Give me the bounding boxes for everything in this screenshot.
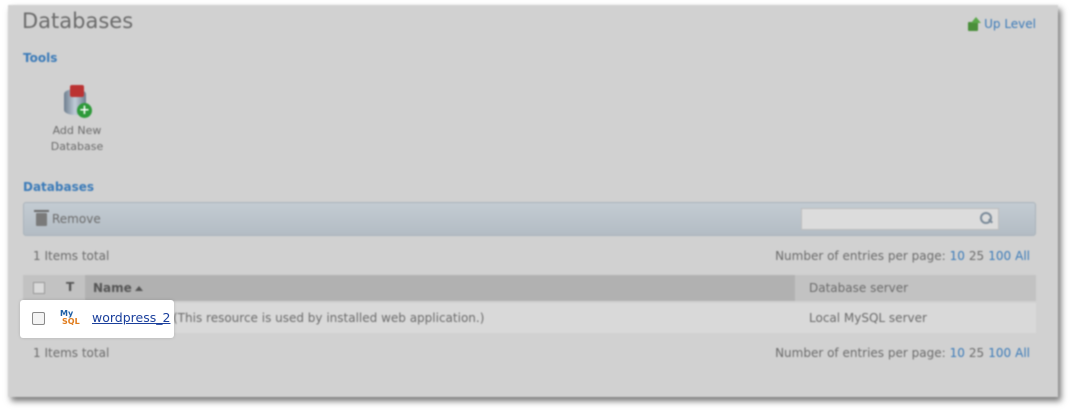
per-page-option-10[interactable]: 10	[950, 249, 965, 263]
entries-per-page-top: Number of entries per page: 10 25 100 Al…	[775, 249, 1030, 263]
entries-per-page-bottom: Number of entries per page: 10 25 100 Al…	[775, 346, 1030, 360]
per-page-option-all-bottom[interactable]: All	[1015, 346, 1030, 360]
databases-toolbar: Remove	[23, 202, 1036, 236]
entries-per-page-label: Number of entries per page:	[775, 249, 946, 263]
items-total-bottom: 1 Items total	[33, 346, 110, 360]
search-icon[interactable]	[980, 212, 992, 224]
column-header-name-label: Name	[93, 281, 132, 295]
row-description: (This resource is used by installed web …	[173, 311, 485, 325]
databases-section-label: Databases	[23, 180, 95, 194]
add-new-database-button[interactable]: + Add New Database	[44, 85, 110, 155]
trash-icon	[34, 209, 49, 226]
databases-panel: Databases Up Level Tools + Add New Datab…	[8, 5, 1058, 397]
row-database-server: Local MySQL server	[809, 311, 927, 325]
up-level-link[interactable]: Up Level	[967, 17, 1036, 31]
highlighted-row-cell: My SQL wordpress_2	[20, 300, 174, 338]
per-page-option-10-bottom[interactable]: 10	[950, 346, 965, 360]
remove-label: Remove	[52, 212, 101, 226]
per-page-option-100-bottom[interactable]: 100	[988, 346, 1011, 360]
column-header-name[interactable]: Name	[85, 275, 795, 301]
add-new-database-label-line1: Add New	[52, 124, 102, 137]
up-level-icon	[967, 17, 982, 31]
up-level-label: Up Level	[984, 17, 1036, 31]
row-checkbox[interactable]	[32, 312, 45, 325]
sort-ascending-icon	[134, 286, 143, 291]
add-new-database-label-line2: Database	[50, 140, 104, 153]
column-header-type[interactable]: T	[66, 280, 74, 294]
add-database-icon: +	[60, 85, 94, 119]
tools-section-label: Tools	[23, 51, 58, 65]
per-page-option-25-bottom: 25	[968, 346, 985, 360]
remove-button[interactable]: Remove	[34, 209, 101, 226]
database-name-link[interactable]: wordpress_2	[92, 310, 170, 325]
mysql-icon: My SQL	[60, 309, 80, 326]
table-header: T Name Database server	[23, 275, 1036, 301]
column-header-database-server[interactable]: Database server	[809, 281, 908, 295]
page-title: Databases	[22, 9, 134, 33]
entries-per-page-label-bottom: Number of entries per page:	[775, 346, 946, 360]
per-page-option-all[interactable]: All	[1015, 249, 1030, 263]
items-total-top: 1 Items total	[33, 249, 110, 263]
search-input[interactable]	[801, 208, 999, 230]
per-page-option-100[interactable]: 100	[988, 249, 1011, 263]
per-page-option-25: 25	[968, 249, 985, 263]
table-row: (This resource is used by installed web …	[23, 303, 1036, 333]
select-all-checkbox[interactable]	[33, 282, 45, 294]
